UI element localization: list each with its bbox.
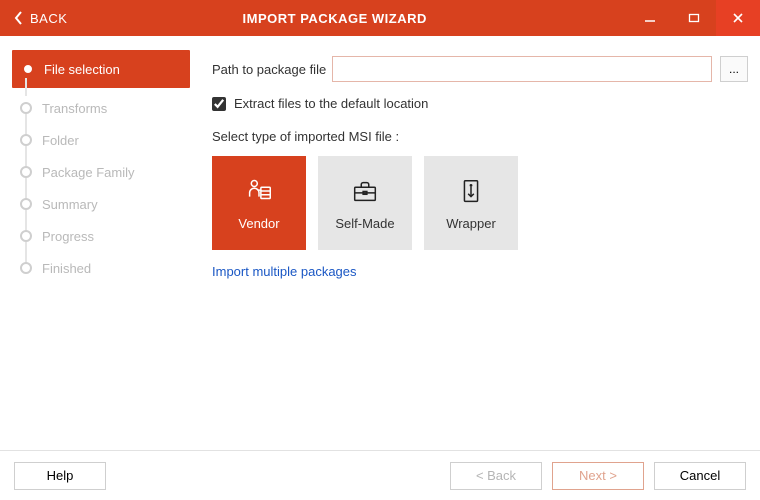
step-label: File selection	[42, 62, 120, 77]
minimize-button[interactable]	[628, 0, 672, 36]
maximize-button[interactable]	[672, 0, 716, 36]
path-input[interactable]	[332, 56, 712, 82]
step-progress[interactable]: Progress	[12, 220, 190, 252]
step-label: Finished	[42, 261, 91, 276]
form-panel: Path to package file ... Extract files t…	[190, 50, 748, 450]
wizard-steps: File selection Transforms Folder Package…	[12, 50, 190, 450]
step-dot-icon	[20, 102, 32, 114]
type-tiles: Vendor Self-Made Wrapper	[212, 156, 748, 250]
step-dot-icon	[24, 65, 32, 73]
step-label: Transforms	[42, 101, 107, 116]
cancel-button[interactable]: Cancel	[654, 462, 746, 490]
extract-row: Extract files to the default location	[212, 96, 748, 111]
step-package-family[interactable]: Package Family	[12, 156, 190, 188]
close-button[interactable]	[716, 0, 760, 36]
browse-button[interactable]: ...	[720, 56, 748, 82]
window-controls	[628, 0, 760, 36]
back-nav-button[interactable]: < Back	[450, 462, 542, 490]
back-label: BACK	[30, 11, 67, 26]
step-dot-icon	[20, 230, 32, 242]
step-label: Package Family	[42, 165, 134, 180]
import-multiple-link[interactable]: Import multiple packages	[212, 264, 748, 279]
tile-label: Wrapper	[446, 216, 496, 231]
step-label: Progress	[42, 229, 94, 244]
step-dot-icon	[20, 198, 32, 210]
step-dot-icon	[20, 166, 32, 178]
step-label: Folder	[42, 133, 79, 148]
minimize-icon	[644, 12, 656, 24]
chevron-left-icon	[14, 11, 24, 25]
maximize-icon	[688, 12, 700, 24]
step-dot-icon	[20, 134, 32, 146]
help-button[interactable]: Help	[14, 462, 106, 490]
extract-label: Extract files to the default location	[234, 96, 428, 111]
path-label: Path to package file	[212, 62, 332, 77]
step-folder[interactable]: Folder	[12, 124, 190, 156]
window-title: IMPORT PACKAGE WIZARD	[81, 0, 628, 36]
step-file-selection[interactable]: File selection	[12, 50, 190, 88]
tile-label: Vendor	[238, 216, 279, 231]
footer: Help < Back Next > Cancel	[0, 450, 760, 500]
path-row: Path to package file ...	[212, 56, 748, 82]
tile-wrapper[interactable]: Wrapper	[424, 156, 518, 250]
step-dot-icon	[20, 262, 32, 274]
back-button[interactable]: BACK	[0, 0, 81, 36]
step-summary[interactable]: Summary	[12, 188, 190, 220]
tile-label: Self-Made	[335, 216, 394, 231]
next-button[interactable]: Next >	[552, 462, 644, 490]
vendor-icon	[244, 176, 274, 206]
select-type-label: Select type of imported MSI file :	[212, 129, 748, 144]
titlebar: BACK IMPORT PACKAGE WIZARD	[0, 0, 760, 36]
step-finished[interactable]: Finished	[12, 252, 190, 284]
briefcase-icon	[350, 176, 380, 206]
step-transforms[interactable]: Transforms	[12, 92, 190, 124]
close-icon	[731, 11, 745, 25]
extract-checkbox[interactable]	[212, 97, 226, 111]
content: File selection Transforms Folder Package…	[0, 36, 760, 450]
tile-vendor[interactable]: Vendor	[212, 156, 306, 250]
step-label: Summary	[42, 197, 98, 212]
tile-self-made[interactable]: Self-Made	[318, 156, 412, 250]
wrapper-icon	[456, 176, 486, 206]
